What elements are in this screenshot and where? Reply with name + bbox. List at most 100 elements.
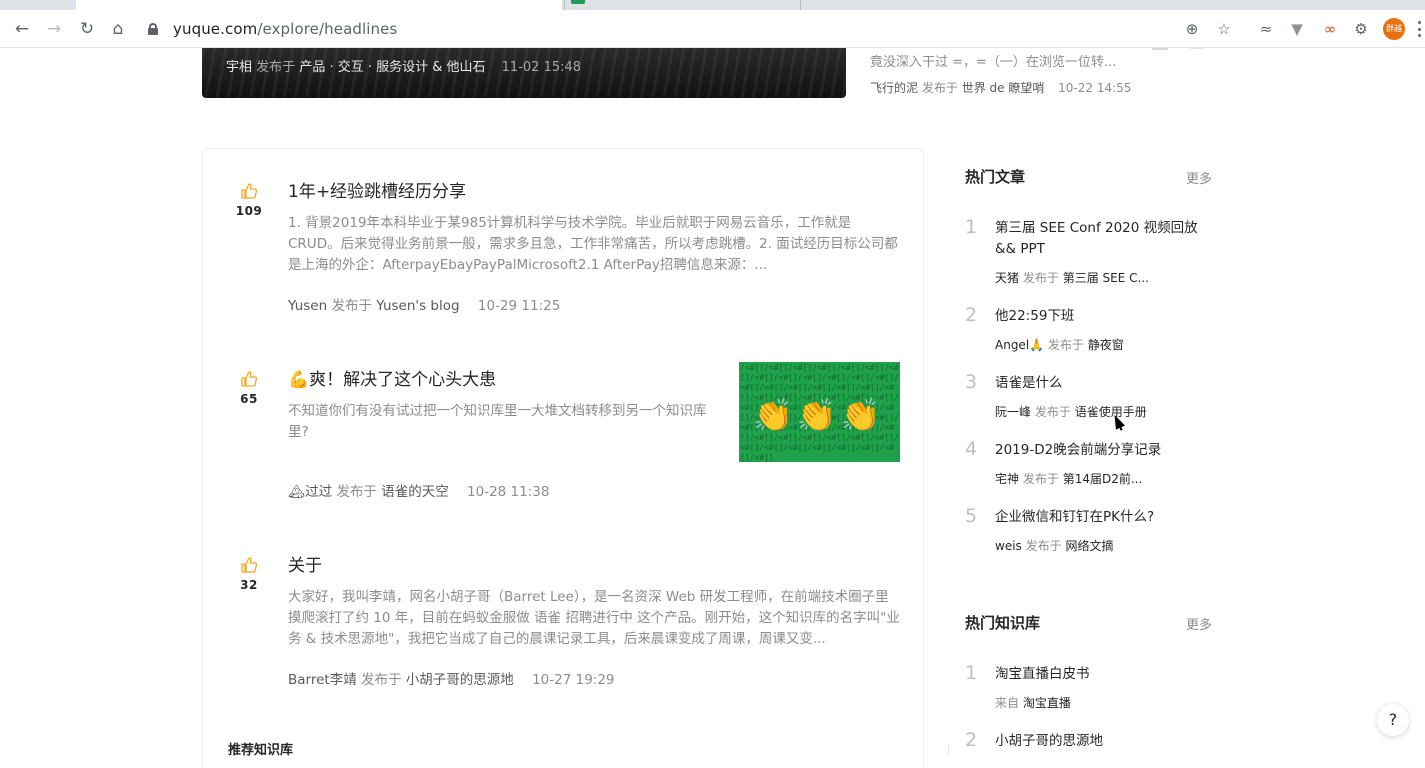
like-count: 65 xyxy=(240,392,258,406)
tab-active[interactable] xyxy=(76,0,562,10)
like-button[interactable]: 109 xyxy=(231,182,267,218)
post-excerpt[interactable]: 1. 背景2019年本科毕业于某985计算机科学与技术学院。毕业后就职于网易云音… xyxy=(288,213,900,276)
thumbs-up-icon xyxy=(241,557,258,573)
profile-avatar[interactable]: 群越 xyxy=(1383,18,1405,40)
featured-side-author[interactable]: 飞行的泥 xyxy=(870,81,918,95)
url-text: yuque.com/explore/headlines xyxy=(173,20,398,38)
hot-book-title[interactable]: 淘宝直播白皮书 xyxy=(995,664,1215,685)
post-time: 10-29 11:25 xyxy=(477,298,561,314)
clapping-hands-icon: 👏👏👏 xyxy=(753,396,885,434)
hot-book-meta: 来自 淘宝直播 xyxy=(995,696,1071,710)
like-button[interactable]: 65 xyxy=(231,370,267,406)
like-button[interactable]: 32 xyxy=(231,556,267,592)
feed-post: 65 💪爽！解决了这个心头大患 不知道你们有没有试过把一个知识库里一大堆文档转移… xyxy=(203,362,923,505)
hot-article-meta: 天猪 发布于 第三届 SEE C... xyxy=(995,271,1149,285)
hot-article-meta: 宅神 发布于 第14届D2前... xyxy=(995,472,1143,486)
hot-article-meta: 阮一峰 发布于 语雀使用手册 xyxy=(995,405,1147,419)
post-time: 10-27 19:29 xyxy=(532,672,615,688)
hot-article-title[interactable]: 语雀是什么 xyxy=(995,373,1215,394)
hot-article-author[interactable]: 天猪 xyxy=(995,271,1019,285)
thumbnail-edge xyxy=(1152,48,1168,50)
featured-side-meta: 飞行的泥 发布于 世界 de 瞭望哨 10-22 14:55 xyxy=(870,81,1132,95)
post-title[interactable]: 1年+经验跳槽经历分享 xyxy=(288,177,466,202)
hot-article-meta: Angel🙏 发布于 静夜窗 xyxy=(995,338,1124,352)
hot-article-title[interactable]: 第三届 SEE Conf 2020 视频回放 && PPT xyxy=(995,218,1215,260)
add-to-reading-icon[interactable]: ⊕ xyxy=(1182,19,1202,39)
post-excerpt[interactable]: 大家好，我叫李靖，网名小胡子哥（Barret Lee），是一名资深 Web 研发… xyxy=(288,587,900,650)
headline-feed: 109 1年+经验跳槽经历分享 1. 背景2019年本科毕业于某985计算机科学… xyxy=(202,148,924,768)
banner-time: 11-02 15:48 xyxy=(501,60,582,75)
thumbs-up-icon xyxy=(241,183,258,199)
hot-article-book[interactable]: 第14届D2前... xyxy=(1063,472,1143,486)
extension-flow-icon[interactable]: ≈ xyxy=(1256,19,1276,39)
hot-book-title[interactable]: 小胡子哥的思源地 xyxy=(995,731,1215,752)
post-author[interactable]: Yusen xyxy=(288,298,327,314)
post-time: 10-28 11:38 xyxy=(467,484,550,500)
rank-number: 5 xyxy=(965,505,978,527)
hot-article-book[interactable]: 网络文摘 xyxy=(1065,539,1113,553)
hot-article-author[interactable]: 宅神 xyxy=(995,472,1019,486)
hot-article-title[interactable]: 2019-D2晚会前端分享记录 xyxy=(995,440,1215,461)
page-content: 宇相 发布于 产品 · 交互 · 服务设计 & 他山石 11-02 15:48 … xyxy=(0,48,1425,768)
forward-icon[interactable]: → xyxy=(44,19,64,39)
tab-third[interactable] xyxy=(800,0,810,10)
rank-number: 1 xyxy=(965,216,978,238)
post-meta: Yusen 发布于 Yusen's blog 10-29 11:25 xyxy=(288,298,561,314)
hot-article-author[interactable]: weis xyxy=(995,539,1022,553)
browser-toolbar: ← → ↻ ⌂ yuque.com/explore/headlines ⊕ ☆ … xyxy=(0,10,1425,48)
bookmark-star-icon[interactable]: ☆ xyxy=(1214,19,1234,39)
banner-meta: 宇相 发布于 产品 · 交互 · 服务设计 & 他山石 11-02 15:48 xyxy=(226,60,582,75)
extension-infinity-icon[interactable]: ∞ xyxy=(1320,19,1340,39)
browser-menu-icon[interactable] xyxy=(1417,21,1421,37)
hot-books-heading: 热门知识库 xyxy=(965,614,1041,632)
post-book[interactable]: 语雀的天空 xyxy=(381,484,449,500)
hot-articles-more-link[interactable]: 更多 xyxy=(1186,168,1212,187)
feed-post: 109 1年+经验跳槽经历分享 1. 背景2019年本科毕业于某985计算机科学… xyxy=(203,177,923,317)
rank-number: 3 xyxy=(965,371,978,393)
post-excerpt[interactable]: 不知道你们有没有试过把一个知识库里一大堆文档转移到另一个知识库里? xyxy=(288,401,718,443)
hot-article-book[interactable]: 第三届 SEE C... xyxy=(1063,271,1149,285)
feed-post: 32 关于 大家好，我叫李靖，网名小胡子哥（Barret Lee），是一名资深 … xyxy=(203,551,923,691)
reload-icon[interactable]: ↻ xyxy=(77,19,97,39)
hot-article-book[interactable]: 静夜窗 xyxy=(1088,338,1124,352)
back-icon[interactable]: ← xyxy=(12,19,32,39)
rank-number: 2 xyxy=(965,729,978,751)
hot-books-more-link[interactable]: 更多 xyxy=(1186,614,1212,633)
hot-article-title[interactable]: 他22:59下班 xyxy=(995,306,1215,327)
rank-number: 2 xyxy=(965,304,978,326)
hot-article-author[interactable]: Angel🙏 xyxy=(995,338,1044,352)
post-cover-image[interactable]: /<#[]/<#[]/<#[]/<#[]/<#[]/<#[]/<#[]/<#[]… xyxy=(739,362,900,462)
extension-vue-icon[interactable]: ▼ xyxy=(1287,19,1307,39)
like-count: 32 xyxy=(240,578,258,592)
featured-side-book[interactable]: 世界 de 瞭望哨 xyxy=(962,81,1045,95)
sheet-favicon-icon xyxy=(571,0,585,4)
browser-tab-strip xyxy=(0,0,1425,10)
hot-book-group[interactable]: 淘宝直播 xyxy=(1023,696,1071,710)
address-bar[interactable]: yuque.com/explore/headlines xyxy=(148,16,1248,42)
extensions-puzzle-icon[interactable]: ⚙ xyxy=(1351,19,1371,39)
post-book[interactable]: Yusen's blog xyxy=(376,298,459,314)
hot-article-author[interactable]: 阮一峰 xyxy=(995,405,1031,419)
post-title[interactable]: 💪爽！解决了这个心头大患 xyxy=(288,365,496,390)
help-button[interactable]: ? xyxy=(1377,704,1409,736)
post-meta: Barret李靖 发布于 小胡子哥的思源地 10-27 19:29 xyxy=(288,672,615,688)
post-author[interactable]: 🏔过过 xyxy=(288,484,332,500)
recommended-books-heading: 推荐知识库 xyxy=(228,743,294,758)
post-meta: 🏔过过 发布于 语雀的天空 10-28 11:38 xyxy=(288,484,550,500)
banner-book[interactable]: 产品 · 交互 · 服务设计 & 他山石 xyxy=(299,60,485,75)
thumbnail-edge xyxy=(1190,48,1204,49)
featured-side-excerpt[interactable]: 竟没深入干过 =，=（一）在浏览一位转... xyxy=(870,51,1116,70)
hot-article-meta: weis 发布于 网络文摘 xyxy=(995,539,1114,553)
post-title[interactable]: 关于 xyxy=(288,551,322,576)
like-count: 109 xyxy=(235,204,263,218)
hot-articles-heading: 热门文章 xyxy=(965,168,1026,186)
home-icon[interactable]: ⌂ xyxy=(108,19,128,39)
thumbs-up-icon xyxy=(241,371,258,387)
post-author[interactable]: Barret李靖 xyxy=(288,672,357,688)
featured-banner[interactable]: 宇相 发布于 产品 · 交互 · 服务设计 & 他山石 11-02 15:48 xyxy=(202,48,846,98)
rank-number: 1 xyxy=(965,662,978,684)
post-book[interactable]: 小胡子哥的思源地 xyxy=(406,672,514,688)
tab-second[interactable] xyxy=(564,0,800,10)
banner-author[interactable]: 宇相 xyxy=(226,60,252,75)
hot-article-title[interactable]: 企业微信和钉钉在PK什么? xyxy=(995,507,1215,528)
